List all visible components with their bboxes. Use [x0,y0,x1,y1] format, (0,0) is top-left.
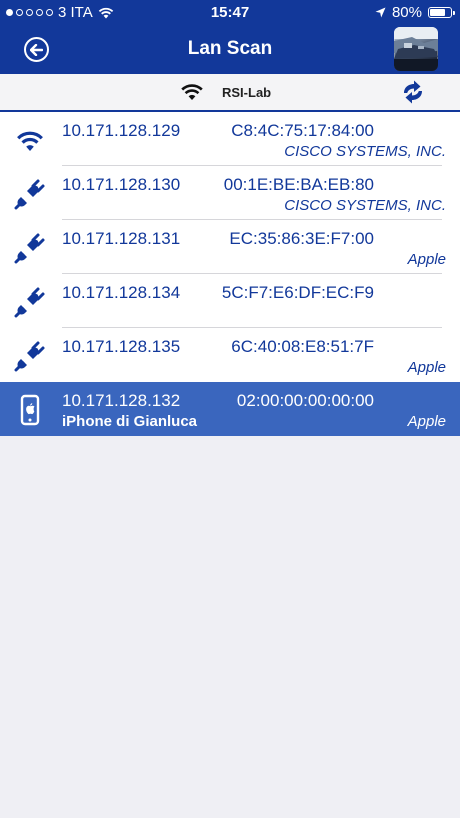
refresh-arrows-icon [404,80,422,104]
battery-icon [428,7,455,18]
status-bar: 3 ITA 15:47 80% [0,0,460,24]
device-ip: 10.171.128.131 [62,229,181,248]
network-header: RSI-Lab [0,74,460,112]
plug-icon [14,341,45,372]
page-title: Lan Scan [187,38,273,59]
wifi-network-icon [181,84,203,100]
device-list: 10.171.128.129 C8:4C:75:17:84:00 CISCO S… [0,112,460,436]
plug-icon [14,233,45,264]
device-ip: 10.171.128.129 [62,121,181,140]
device-vendor: Apple [407,359,446,376]
plug-icon [14,179,45,210]
device-mac: C8:4C:75:17:84:00 [231,121,374,140]
nav-bar: Lan Scan [0,24,460,74]
device-vendor: CISCO SYSTEMS, INC. [284,143,446,160]
device-mac: EC:35:86:3E:F7:00 [229,229,374,248]
plug-icon [14,287,45,318]
refresh-button[interactable] [400,79,426,110]
thumbnail-image[interactable] [394,27,438,71]
device-mac: 02:00:00:00:00:00 [236,391,374,410]
device-ip: 10.171.128.132 [62,391,181,410]
device-name: iPhone di Gianluca [62,413,198,430]
battery-percent: 80% [391,4,422,21]
location-arrow-icon [375,7,386,18]
status-right: 80% [375,4,455,21]
device-ip: 10.171.128.135 [62,337,181,356]
device-row-selected[interactable]: 10.171.128.132 02:00:00:00:00:00 iPhone … [0,382,460,436]
network-ssid: RSI-Lab [222,85,272,100]
device-row[interactable]: 10.171.128.130 00:1E:BE:BA:EB:80 CISCO S… [0,166,460,220]
device-vendor: Apple [407,251,446,268]
top-bar: 3 ITA 15:47 80% Lan Scan [0,0,460,74]
device-vendor: Apple [407,413,446,430]
device-mac: 5C:F7:E6:DF:EC:F9 [221,283,374,302]
device-mac: 6C:40:08:E8:51:7F [231,337,374,356]
wifi-icon [17,131,43,151]
device-vendor: CISCO SYSTEMS, INC. [284,197,446,214]
device-row[interactable]: 10.171.128.135 6C:40:08:E8:51:7F Apple [0,328,460,382]
device-row[interactable]: 10.171.128.131 EC:35:86:3E:F7:00 Apple [0,220,460,274]
device-ip: 10.171.128.130 [62,175,181,194]
thumbnail-graphic [394,27,438,71]
device-mac: 00:1E:BE:BA:EB:80 [223,175,374,194]
iphone-icon [20,394,40,426]
device-ip: 10.171.128.134 [62,283,181,302]
device-row[interactable]: 10.171.128.134 5C:F7:E6:DF:EC:F9 [0,274,460,328]
device-row[interactable]: 10.171.128.129 C8:4C:75:17:84:00 CISCO S… [0,112,460,166]
